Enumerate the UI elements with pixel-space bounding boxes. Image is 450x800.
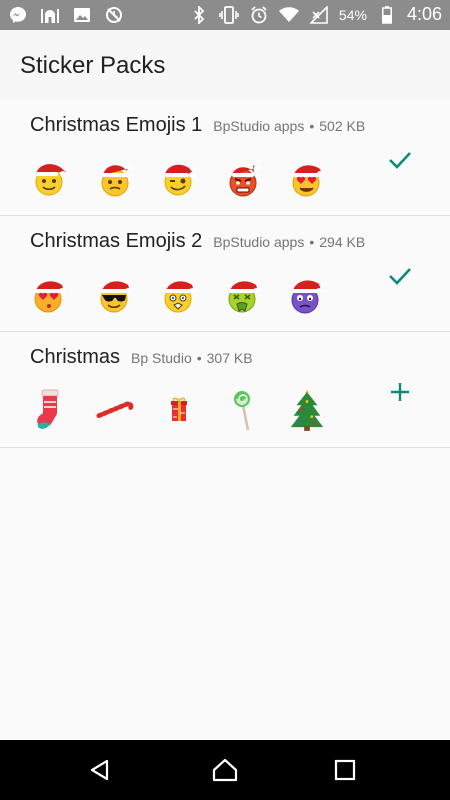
sticker-pack-row[interactable]: Christmas Emojis 1 BpStudio apps • 502 K… <box>0 100 450 216</box>
pack-name: Christmas Emojis 2 <box>30 230 203 252</box>
sticker-preview-strip <box>32 274 352 314</box>
angry-red-emoji <box>224 158 262 198</box>
stocking-sticker <box>32 389 70 430</box>
santa-hat-smiling-emoji <box>32 158 70 198</box>
check-icon[interactable] <box>385 145 415 175</box>
purple-grumpy-santa-emoji <box>288 274 326 314</box>
signal-icon <box>309 5 329 25</box>
separator-dot: • <box>309 234 315 250</box>
gift-box-sticker <box>160 390 198 430</box>
bluetooth-icon <box>189 5 209 25</box>
back-icon[interactable] <box>85 755 115 785</box>
vibrate-icon <box>219 5 239 25</box>
plus-icon[interactable] <box>385 377 415 407</box>
app-bar: Sticker Packs <box>0 30 450 100</box>
pack-publisher: BpStudio apps <box>213 118 305 134</box>
battery-icon <box>377 5 397 25</box>
wifi-icon <box>278 5 299 25</box>
candy-cane-sticker <box>96 390 134 430</box>
alarm-icon <box>249 5 269 25</box>
pack-size: 307 KB <box>206 350 253 366</box>
sticker-preview-strip <box>32 389 352 431</box>
christmas-tree-sticker <box>288 390 326 431</box>
pack-name: Christmas <box>30 346 121 368</box>
messenger-icon <box>8 5 28 25</box>
pack-size: 502 KB <box>319 118 366 134</box>
mosque-icon <box>40 5 60 25</box>
lollipop-sticker <box>224 390 262 431</box>
check-icon[interactable] <box>385 261 415 291</box>
page-title: Sticker Packs <box>20 52 166 79</box>
separator-dot: • <box>196 350 202 366</box>
pack-header: Christmas Bp Studio • 307 KB <box>30 346 253 369</box>
recents-icon[interactable] <box>330 755 360 785</box>
sick-green-santa-emoji <box>224 274 262 314</box>
home-icon[interactable] <box>210 755 240 785</box>
santa-hat-blushing-emoji <box>160 274 198 314</box>
status-bar: 54% 4:06 <box>0 0 450 30</box>
status-right-icons: 54% 4:06 <box>189 4 442 25</box>
sticker-pack-list: Christmas Emojis 1 BpStudio apps • 502 K… <box>0 100 450 448</box>
pack-publisher: Bp Studio <box>131 350 192 366</box>
no-sync-icon <box>104 5 124 25</box>
heart-eyes-santa-emoji <box>288 158 326 198</box>
clock: 4:06 <box>406 4 442 24</box>
navigation-bar <box>0 740 450 800</box>
image-icon <box>72 5 92 25</box>
status-left-icons <box>8 5 124 25</box>
pack-header: Christmas Emojis 2 BpStudio apps • 294 K… <box>30 230 365 253</box>
pack-header: Christmas Emojis 1 BpStudio apps • 502 K… <box>30 114 365 137</box>
sticker-preview-strip <box>32 158 352 198</box>
heart-eyes-santa-emoji <box>32 274 70 314</box>
sticker-pack-row[interactable]: Christmas Emojis 2 BpStudio apps • 294 K… <box>0 216 450 332</box>
pack-size: 294 KB <box>319 234 366 250</box>
santa-hat-winking-emoji <box>160 158 198 198</box>
pack-name: Christmas Emojis 1 <box>30 114 203 136</box>
battery-percent: 54% <box>338 6 367 23</box>
pack-publisher: BpStudio apps <box>213 234 305 250</box>
sticker-pack-row[interactable]: Christmas Bp Studio • 307 KB <box>0 332 450 448</box>
santa-hat-worried-emoji <box>96 158 134 198</box>
separator-dot: • <box>309 118 315 134</box>
sunglasses-santa-emoji <box>96 274 134 314</box>
